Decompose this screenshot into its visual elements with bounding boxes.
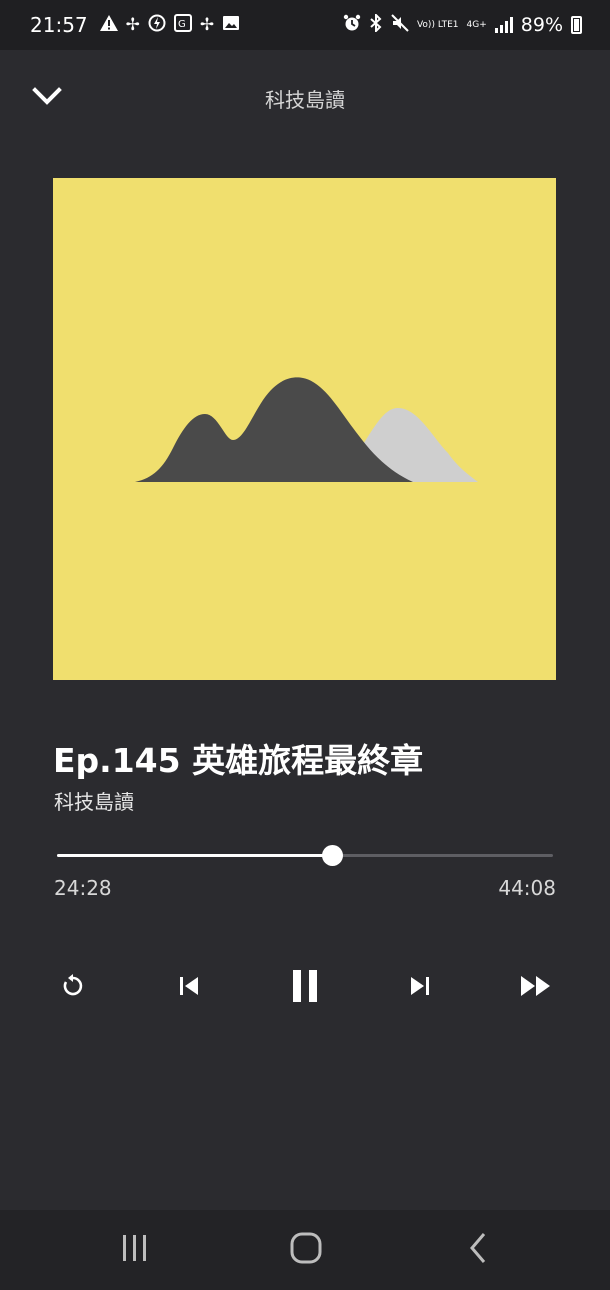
dark-mountain <box>135 377 413 482</box>
back-button[interactable] <box>448 1230 508 1270</box>
translate-icon: G <box>173 14 192 36</box>
image-icon <box>222 15 240 35</box>
recents-icon <box>120 1233 150 1267</box>
mute-icon <box>391 14 409 36</box>
pause-button[interactable] <box>277 960 333 1016</box>
recents-button[interactable] <box>105 1230 165 1270</box>
playback-controls <box>0 960 610 1016</box>
replay-icon <box>60 973 86 1003</box>
page-title: 科技島讀 <box>265 88 345 112</box>
volte-icon: Vo)) LTE1 <box>416 19 459 30</box>
signal-icon <box>494 17 513 33</box>
fast-forward-button[interactable] <box>508 960 564 1016</box>
home-button[interactable] <box>276 1230 336 1270</box>
status-time: 21:57 <box>30 13 88 37</box>
battery-percent: 89% <box>520 14 563 36</box>
home-icon <box>289 1231 323 1269</box>
podcast-name: 科技島讀 <box>54 790 134 814</box>
fast-forward-icon <box>520 974 552 1002</box>
total-duration: 44:08 <box>498 876 556 900</box>
4g-icon: 4G+ <box>466 19 487 30</box>
status-left: 21:57 ✢ G ✢ <box>30 13 240 37</box>
replay-button[interactable] <box>45 960 101 1016</box>
svg-text:G: G <box>178 19 186 30</box>
podcast-artwork <box>53 178 556 680</box>
pause-icon <box>290 969 320 1007</box>
player-header: 科技島讀 <box>0 50 610 145</box>
battery-icon <box>571 16 582 34</box>
seek-thumb[interactable] <box>322 845 344 866</box>
bluetooth-icon <box>369 12 383 36</box>
previous-button[interactable] <box>161 960 217 1016</box>
status-right: Vo)) LTE1 4G+ 89% <box>343 12 582 36</box>
skip-previous-icon <box>176 973 202 1003</box>
seek-fill <box>57 854 333 857</box>
skip-next-icon <box>407 973 433 1003</box>
system-nav-bar <box>0 1210 610 1290</box>
seek-bar[interactable] <box>57 845 553 867</box>
back-icon <box>466 1231 490 1269</box>
status-bar: 21:57 ✢ G ✢ Vo)) LTE1 4G+ 89% <box>0 0 610 50</box>
warning-icon <box>99 15 118 35</box>
alarm-icon <box>343 14 361 36</box>
fan-icon: ✢ <box>199 14 215 35</box>
messenger-icon <box>148 14 166 36</box>
episode-title: Ep.145 英雄旅程最終章 <box>53 741 424 780</box>
next-button[interactable] <box>392 960 448 1016</box>
fan-icon: ✢ <box>125 14 140 35</box>
elapsed-time: 24:28 <box>54 876 112 900</box>
